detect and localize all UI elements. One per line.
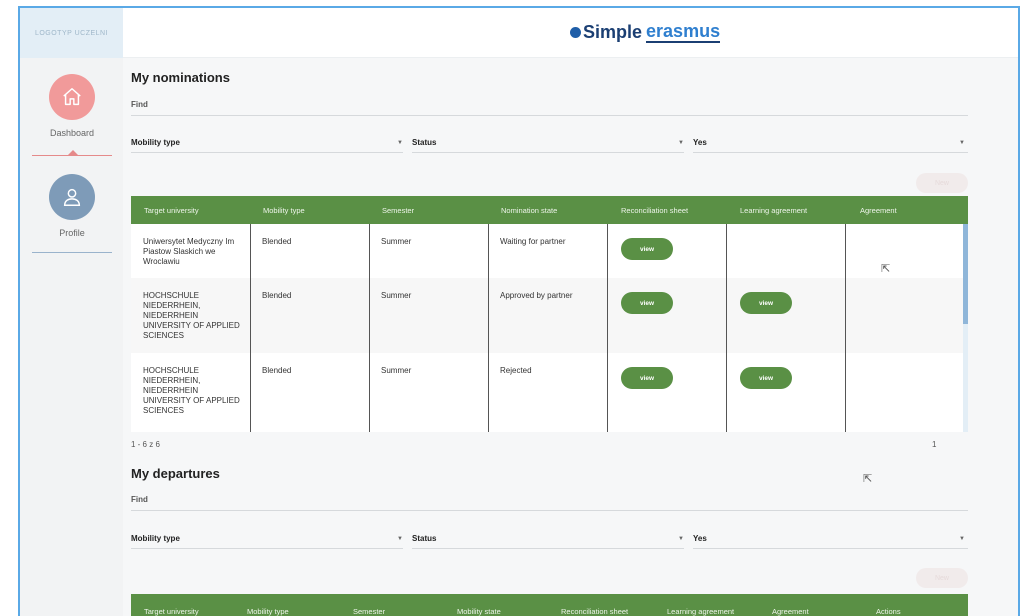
select-underline xyxy=(412,152,684,153)
nominations-table: Target university Mobility type Semester… xyxy=(131,196,968,432)
cell-mobility-type: Blended xyxy=(262,237,292,246)
cell-mobility-type: Blended xyxy=(262,366,292,375)
column-header: Semester xyxy=(382,206,415,215)
chevron-down-icon: ▼ xyxy=(678,140,684,146)
sidebar-item-label: Profile xyxy=(59,228,85,238)
chevron-down-icon: ▼ xyxy=(959,536,965,542)
cell-semester: Summer xyxy=(381,291,412,300)
departures-yes-select[interactable]: Yes xyxy=(693,534,707,543)
table-row: Uniwersytet Medyczny Im Piastow Slaskich… xyxy=(131,224,968,278)
table-header: Target university Mobility type Semester… xyxy=(131,594,968,616)
nominations-yes-select[interactable]: Yes xyxy=(693,138,707,147)
cell-university: Uniwersytet Medyczny Im Piastow Slaskich… xyxy=(143,237,235,266)
select-underline xyxy=(693,548,968,549)
column-header: Nomination state xyxy=(501,206,558,215)
cell-university: HOCHSCHULE NIEDERRHEIN, NIEDERRHEIN UNIV… xyxy=(143,291,240,340)
scrollbar-thumb[interactable] xyxy=(963,224,968,324)
column-header: Semester xyxy=(353,607,386,616)
pagination-range: 1 - 6 z 6 xyxy=(131,440,160,449)
main-content: My nominations Find Mobility type ▼ Stat… xyxy=(123,58,1018,616)
column-header: Agreement xyxy=(860,206,897,215)
column-header: Target university xyxy=(144,607,199,616)
table-body: Uniwersytet Medyczny Im Piastow Slaskich… xyxy=(131,224,968,432)
column-header: Learning agreement xyxy=(667,607,735,616)
departures-new-button[interactable]: New xyxy=(916,568,968,588)
departures-mobility-type-select[interactable]: Mobility type xyxy=(131,534,180,543)
column-header: Mobility type xyxy=(263,206,305,215)
chevron-down-icon: ▼ xyxy=(397,140,403,146)
cell-university: HOCHSCHULE NIEDERRHEIN, NIEDERRHEIN UNIV… xyxy=(143,366,240,415)
logo-text: LOGOTYP UCZELNI xyxy=(34,29,109,37)
column-divider xyxy=(726,224,727,432)
sidebar-divider xyxy=(32,155,112,156)
column-divider xyxy=(845,224,846,432)
view-learning-agreement-button[interactable]: view xyxy=(740,292,792,314)
departures-title: My departures xyxy=(131,466,220,481)
view-reconciliation-button[interactable]: view xyxy=(621,367,673,389)
table-header: Target university Mobility type Semester… xyxy=(131,196,968,224)
sidebar-item-dashboard[interactable]: Dashboard xyxy=(32,74,112,138)
column-header: Mobility type xyxy=(247,607,289,616)
departures-find-label: Find xyxy=(131,495,148,504)
column-header: Mobility state xyxy=(457,607,501,616)
nominations-title: My nominations xyxy=(131,70,230,85)
nominations-new-button[interactable]: New xyxy=(916,173,968,193)
select-underline xyxy=(131,548,403,549)
column-divider xyxy=(607,224,608,432)
top-bar: LOGOTYP UCZELNI Simple erasmus xyxy=(20,8,1018,58)
departures-find-input[interactable] xyxy=(131,510,968,511)
view-reconciliation-button[interactable]: view xyxy=(621,238,673,260)
column-header: Reconciliation sheet xyxy=(561,607,629,616)
university-logo[interactable]: LOGOTYP UCZELNI xyxy=(20,8,123,58)
departures-table: Target university Mobility type Semester… xyxy=(131,594,968,616)
cell-nomination-state: Waiting for partner xyxy=(500,237,566,246)
app-frame: LOGOTYP UCZELNI Simple erasmus Dashboard xyxy=(18,6,1020,616)
cell-nomination-state: Rejected xyxy=(500,366,532,375)
nominations-status-select[interactable]: Status xyxy=(412,138,436,147)
home-icon xyxy=(49,74,95,120)
select-underline xyxy=(412,548,684,549)
column-divider xyxy=(250,224,251,432)
table-row: HOCHSCHULE NIEDERRHEIN, NIEDERRHEIN UNIV… xyxy=(131,353,968,432)
column-divider xyxy=(369,224,370,432)
column-header: Target university xyxy=(144,206,199,215)
brand-simple: Simple xyxy=(583,22,643,42)
nominations-find-input[interactable] xyxy=(131,115,968,116)
chevron-down-icon: ▼ xyxy=(678,536,684,542)
logo-dot-icon xyxy=(570,27,581,38)
nominations-find-label: Find xyxy=(131,100,148,109)
chevron-down-icon: ▼ xyxy=(959,140,965,146)
sidebar-item-label: Dashboard xyxy=(49,128,95,138)
simple-erasmus-logo: Simple erasmus xyxy=(570,21,721,43)
column-header: Actions xyxy=(876,607,901,616)
column-header: Learning agreement xyxy=(740,206,808,215)
column-header: Agreement xyxy=(772,607,809,616)
table-scrollbar[interactable] xyxy=(963,224,968,432)
sidebar: Dashboard Profile xyxy=(20,58,123,616)
cell-semester: Summer xyxy=(381,237,412,246)
nominations-mobility-type-select[interactable]: Mobility type xyxy=(131,138,180,147)
user-icon xyxy=(49,174,95,220)
view-learning-agreement-button[interactable]: view xyxy=(740,367,792,389)
sidebar-divider xyxy=(32,252,112,253)
column-divider xyxy=(488,224,489,432)
sidebar-item-profile[interactable]: Profile xyxy=(32,174,112,238)
cell-mobility-type: Blended xyxy=(262,291,292,300)
view-reconciliation-button[interactable]: view xyxy=(621,292,673,314)
mouse-cursor-icon: ⇱ xyxy=(881,263,891,275)
pagination-page[interactable]: 1 xyxy=(932,440,936,449)
departures-status-select[interactable]: Status xyxy=(412,534,436,543)
mouse-cursor-icon: ⇱ xyxy=(863,473,873,485)
brand-erasmus: erasmus xyxy=(646,21,721,43)
chevron-down-icon: ▼ xyxy=(397,536,403,542)
select-underline xyxy=(131,152,403,153)
select-underline xyxy=(693,152,968,153)
cell-semester: Summer xyxy=(381,366,412,375)
column-header: Reconciliation sheet xyxy=(621,206,689,215)
table-row: HOCHSCHULE NIEDERRHEIN, NIEDERRHEIN UNIV… xyxy=(131,278,968,353)
cell-nomination-state: Approved by partner xyxy=(500,291,573,300)
